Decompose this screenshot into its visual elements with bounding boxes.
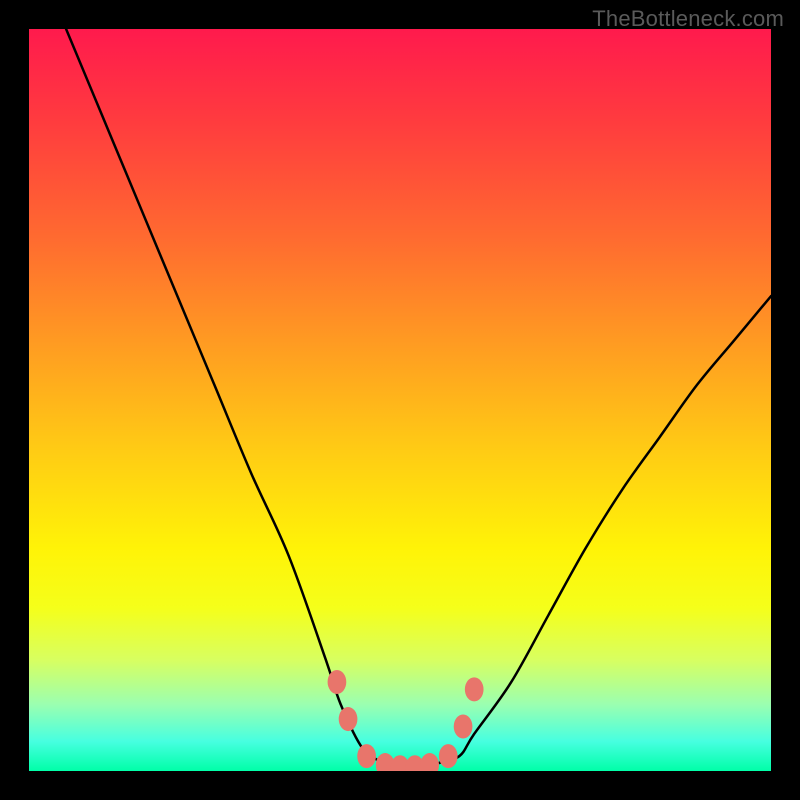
curve-marker	[328, 670, 347, 694]
bottleneck-curve	[66, 29, 771, 771]
curve-marker	[465, 677, 484, 701]
curve-marker	[357, 744, 376, 768]
bottleneck-curve-svg	[29, 29, 771, 771]
curve-marker	[420, 753, 439, 771]
watermark-text: TheBottleneck.com	[592, 6, 784, 32]
plot-area	[29, 29, 771, 771]
curve-group	[66, 29, 771, 771]
chart-frame: TheBottleneck.com	[0, 0, 800, 800]
curve-marker	[439, 744, 458, 768]
curve-marker	[339, 707, 358, 731]
curve-marker	[454, 714, 473, 738]
